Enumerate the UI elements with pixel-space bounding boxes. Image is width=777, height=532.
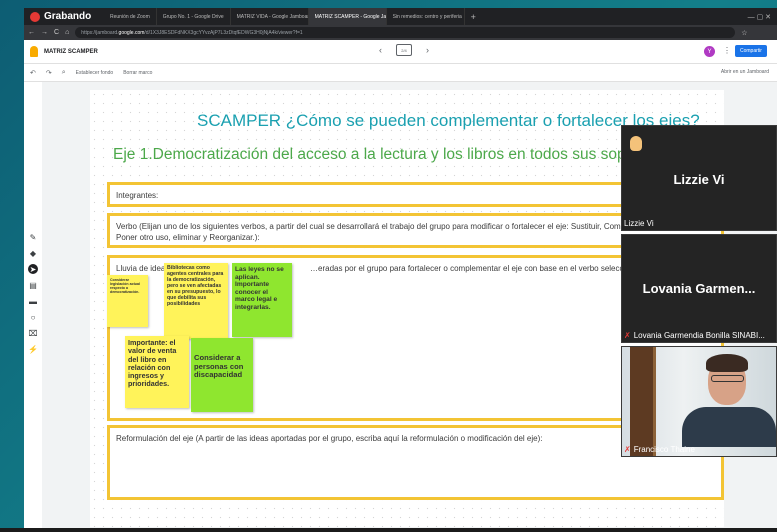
bookmark-star-icon[interactable]: ☆ bbox=[741, 29, 747, 37]
next-frame-icon[interactable]: › bbox=[426, 45, 429, 55]
url-prefix: https://jamboard. bbox=[81, 29, 119, 36]
redo-icon[interactable]: ↷ bbox=[46, 69, 52, 77]
screen: { "recording": { "label": "Grabando" }, … bbox=[0, 0, 777, 532]
browser-tab-bar: Grabando Reunión de Zoom Grupo No. 1 - G… bbox=[24, 8, 777, 25]
url-field[interactable]: https://jamboard. google.com/d/1X3J8ESDFd… bbox=[75, 27, 736, 38]
browser-tab[interactable]: Reunión de Zoom bbox=[104, 8, 157, 25]
sticky-note[interactable]: Importante: el valor de venta del libro … bbox=[125, 336, 189, 408]
url-path: /d/1X3J8ESDFdNKX3gcYYvzAjP7L3zDtqfEDWG3H… bbox=[144, 29, 303, 36]
browser-tab[interactable]: MATRIZ VIDA - Google Jamboard bbox=[231, 8, 309, 25]
back-icon[interactable]: ← bbox=[28, 29, 35, 36]
participant-name: Francisco Thaine bbox=[633, 445, 695, 454]
participant-name-label: ✗ Lovania Garmendia Bonilla SINABI... bbox=[624, 331, 765, 340]
reload-icon[interactable]: C bbox=[54, 29, 59, 36]
person-shirt bbox=[682, 407, 776, 447]
previous-frame-icon[interactable]: ‹ bbox=[379, 45, 382, 55]
text-box-icon[interactable]: ⌧ bbox=[28, 328, 38, 338]
avatar[interactable]: Y bbox=[704, 46, 715, 57]
sticky-note-icon[interactable]: ▤ bbox=[28, 280, 38, 290]
participant-name-label: Lizzie Vi bbox=[624, 219, 654, 228]
participant-name: Lizzie Vi bbox=[624, 219, 654, 228]
set-background-button[interactable]: Establecer fondo bbox=[76, 70, 114, 76]
open-in-app-button[interactable]: Abrir en un Jamboard bbox=[721, 69, 769, 75]
new-tab-button[interactable]: + bbox=[465, 12, 482, 22]
tool-sidebar: ✎ ◆ ➤ ▤ ▬ ○ ⌧ ⚡ bbox=[24, 82, 42, 532]
jamboard-logo-icon bbox=[30, 46, 38, 57]
sticky-note[interactable]: Considerar a personas con discapacidad bbox=[191, 338, 253, 412]
record-dot-icon bbox=[30, 11, 40, 22]
share-label: Compartir bbox=[740, 48, 762, 54]
select-pointer-icon[interactable]: ➤ bbox=[28, 264, 38, 274]
participant-tile[interactable]: Lovania Garmen... ✗ Lovania Garmendia Bo… bbox=[621, 234, 777, 343]
video-feed bbox=[622, 347, 776, 456]
app-header: MATRIZ SCAMPER ‹ 2/4 › Y ⋮ Compartir bbox=[24, 40, 777, 64]
more-options-icon[interactable]: ⋮ bbox=[723, 46, 731, 55]
shape-circle-icon[interactable]: ○ bbox=[28, 312, 38, 322]
mic-muted-icon: ✗ bbox=[624, 445, 631, 454]
browser-tab[interactable]: Sin remedios: centro y periferia bbox=[387, 8, 465, 25]
zoom-icon[interactable]: ⌕ bbox=[62, 69, 66, 77]
participant-tile[interactable]: Lizzie Vi Lizzie Vi bbox=[621, 125, 777, 231]
sticky-note[interactable]: Considerar legislación actual respecto a… bbox=[107, 275, 148, 327]
laser-icon[interactable]: ⚡ bbox=[28, 344, 38, 354]
eraser-icon[interactable]: ◆ bbox=[28, 248, 38, 258]
undo-icon[interactable]: ↶ bbox=[30, 69, 36, 77]
home-icon[interactable]: ⌂ bbox=[65, 29, 69, 36]
participant-name-label: ✗ Francisco Thaine bbox=[624, 445, 695, 454]
board-toolbar: ↶ ↷ ⌕ Establecer fondo Borrar marco Abri… bbox=[24, 64, 777, 82]
recording-indicator: Grabando bbox=[24, 11, 104, 22]
person-hair bbox=[706, 354, 748, 372]
background-door bbox=[630, 347, 656, 456]
window-controls[interactable]: — ▢ ✕ bbox=[748, 13, 777, 21]
taskbar-strip bbox=[0, 528, 777, 532]
pen-icon[interactable]: ✎ bbox=[28, 232, 38, 242]
address-bar: ← → C ⌂ https://jamboard. google.com/d/1X… bbox=[24, 25, 777, 40]
frame-navigator: ‹ 2/4 › bbox=[379, 44, 429, 56]
lluvia-label-end: …eradas por el grupo para fortalecer o c… bbox=[310, 264, 653, 273]
participant-display-name: Lizzie Vi bbox=[673, 172, 725, 187]
participant-display-name: Lovania Garmen... bbox=[642, 281, 756, 296]
raised-hand-icon bbox=[630, 136, 642, 151]
eje-title: Eje 1.Democratización del acceso a la le… bbox=[113, 146, 661, 163]
recording-label: Grabando bbox=[44, 11, 92, 22]
frame-indicator[interactable]: 2/4 bbox=[396, 44, 412, 56]
mic-muted-icon: ✗ bbox=[624, 331, 631, 340]
url-domain: google.com bbox=[118, 29, 145, 36]
share-button[interactable]: Compartir bbox=[735, 45, 767, 57]
browser-tab-active[interactable]: MATRIZ SCAMPER - Google Jamboard bbox=[308, 8, 387, 25]
sticky-note[interactable]: Las leyes no se aplican. Importante cono… bbox=[232, 263, 292, 337]
sticky-note[interactable]: Bibliotecas como agentes centrales para … bbox=[164, 263, 228, 339]
lluvia-label-start: Lluvia de ideas bbox=[116, 264, 170, 273]
forward-icon[interactable]: → bbox=[41, 29, 48, 36]
image-icon[interactable]: ▬ bbox=[28, 296, 38, 306]
browser-tab[interactable]: Grupo No. 1 - Google Drive bbox=[157, 8, 231, 25]
document-title[interactable]: MATRIZ SCAMPER bbox=[44, 49, 98, 55]
participant-name: Lovania Garmendia Bonilla SINABI... bbox=[633, 331, 765, 340]
clear-frame-button[interactable]: Borrar marco bbox=[123, 70, 152, 76]
person-glasses bbox=[711, 375, 744, 382]
participant-video-tile[interactable]: ✗ Francisco Thaine bbox=[621, 346, 777, 457]
